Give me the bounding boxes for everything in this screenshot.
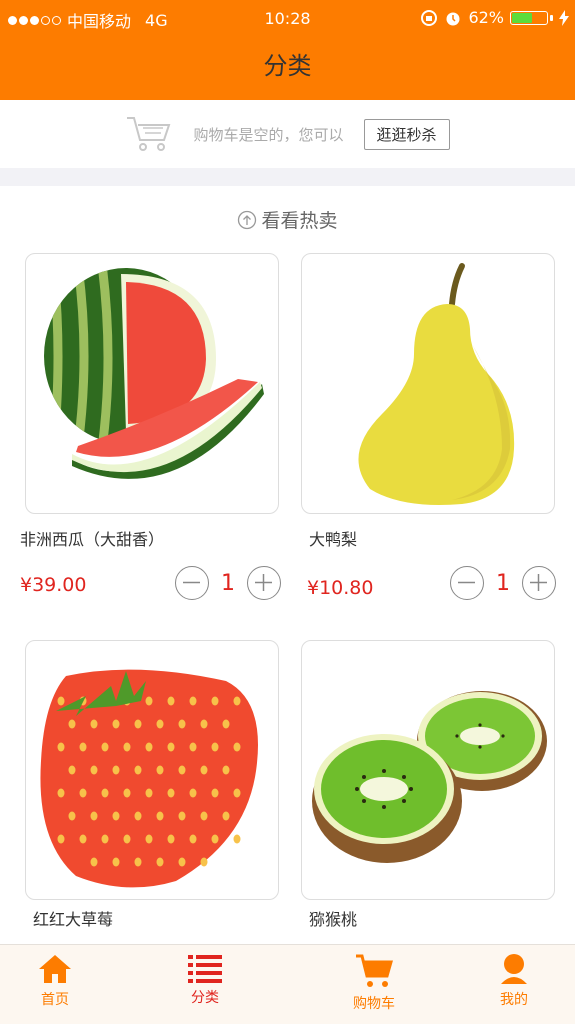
kiwi-image	[312, 691, 547, 863]
alarm-icon	[446, 12, 460, 25]
battery-percent: 62%	[468, 8, 504, 27]
plus-icon	[255, 574, 272, 591]
empty-cart-message: 购物车是空的，您可以	[193, 125, 344, 144]
tab-label: 购物车	[353, 996, 395, 1012]
product-card[interactable]	[25, 640, 279, 900]
list-icon	[188, 955, 222, 983]
watermelon-image	[44, 268, 264, 479]
tab-label: 首页	[41, 992, 69, 1008]
minus-icon	[183, 581, 200, 584]
product-name: 猕猴桃	[309, 910, 358, 929]
product-price: ¥10.80	[307, 577, 374, 599]
increase-button[interactable]	[522, 566, 556, 600]
plus-icon	[530, 574, 547, 591]
tab-label: 分类	[191, 990, 219, 1006]
strawberry-image	[40, 669, 258, 888]
status-bar: 中国移动 4G 10:28 62%	[0, 0, 575, 40]
arrow-up-circle-icon	[238, 210, 257, 229]
product-name: 非洲西瓜（大甜香）	[20, 530, 165, 549]
home-icon	[39, 955, 71, 983]
cart-icon	[356, 954, 393, 987]
product-name: 红红大草莓	[33, 910, 114, 929]
battery-icon	[510, 10, 548, 25]
rotation-lock-icon	[421, 9, 438, 26]
pear-image	[358, 263, 515, 505]
empty-cart-icon	[127, 117, 171, 151]
increase-button[interactable]	[247, 566, 281, 600]
tab-label: 我的	[500, 992, 528, 1008]
app-header: 中国移动 4G 10:28 62% 分类	[0, 0, 575, 100]
tab-profile[interactable]: 我的	[464, 953, 564, 1009]
seckill-button[interactable]: 逛逛秒杀	[363, 118, 450, 150]
bottom-tab-bar: 首页 分类 购物车 我的	[0, 944, 575, 1024]
product-card[interactable]	[301, 253, 555, 514]
page-title: 分类	[263, 52, 312, 80]
decrease-button[interactable]	[175, 566, 209, 600]
product-card[interactable]	[301, 640, 555, 900]
quantity-stepper: 1	[450, 566, 556, 600]
product-name: 大鸭梨	[309, 530, 358, 549]
quantity-value: 1	[496, 570, 510, 596]
empty-cart-notice: 购物车是空的，您可以 逛逛秒杀	[0, 100, 575, 168]
hot-sale-heading[interactable]: 看看热卖	[0, 206, 575, 233]
user-icon	[501, 954, 527, 984]
tab-home[interactable]: 首页	[5, 953, 105, 1009]
quantity-stepper: 1	[175, 566, 281, 600]
hot-sale-label: 看看热卖	[261, 210, 338, 232]
product-card[interactable]	[25, 253, 279, 514]
decrease-button[interactable]	[450, 566, 484, 600]
tab-cart[interactable]: 购物车	[324, 953, 424, 1013]
charging-icon	[559, 9, 569, 26]
quantity-value: 1	[221, 570, 235, 596]
section-divider	[0, 168, 575, 186]
tab-category[interactable]: 分类	[155, 953, 255, 1007]
product-price: ¥39.00	[20, 574, 87, 596]
minus-icon	[458, 581, 475, 584]
